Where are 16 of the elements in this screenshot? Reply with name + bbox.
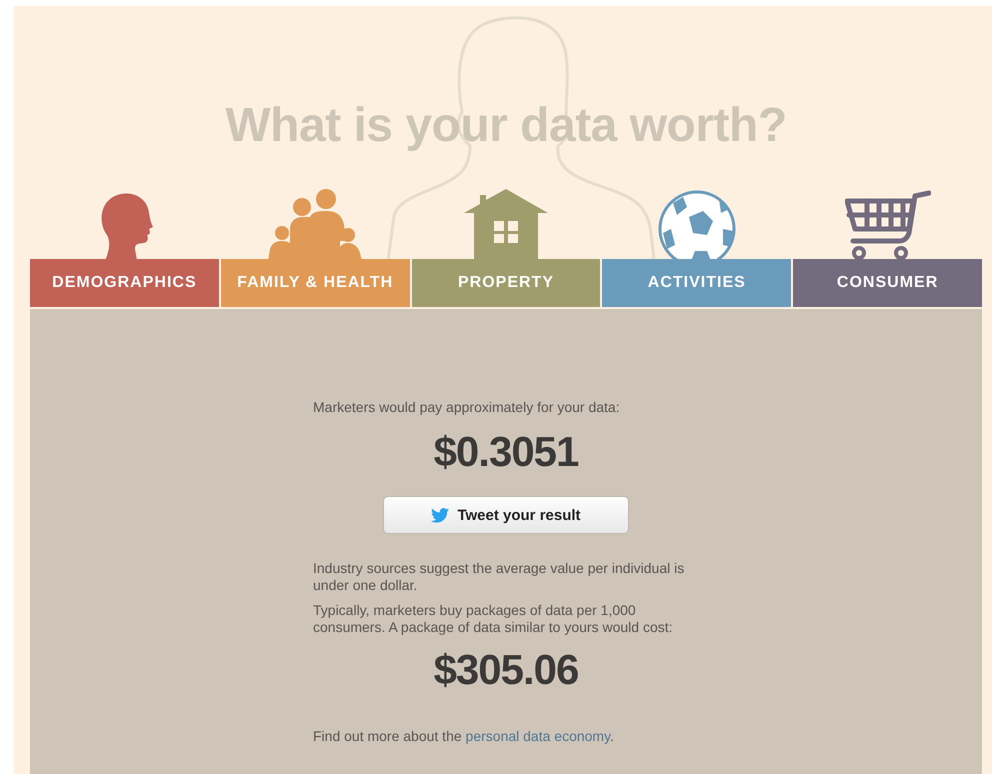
category-tab[interactable]: DEMOGRAPHICS [30,259,219,307]
family-icon [266,189,364,261]
result-intro: Marketers would pay approximately for your data: [313,399,621,416]
data-value: $0.3051 [432,428,580,476]
bird-icon [431,508,450,522]
tweet-button[interactable]: Tweet your result [383,496,629,534]
category-tab[interactable]: ACTIVITIES [602,259,792,307]
category-tab[interactable]: PROPERTY [412,259,600,307]
house-icon [464,189,548,261]
shopping-cart-icon [844,189,931,261]
package-value: $305.06 [432,646,580,694]
category-tab[interactable]: CONSUMER [793,259,982,307]
package-text: Typically, marketers buy packages of data per 1,000 consumers. A package of data similar to yours would cost: [313,602,674,636]
average-value-note: Industry sources suggest the average value per individual is under one dollar. [313,560,686,594]
data-economy-link[interactable]: personal data economy [466,728,610,744]
more-info-text: Find out more about the personal data economy. [313,728,615,745]
